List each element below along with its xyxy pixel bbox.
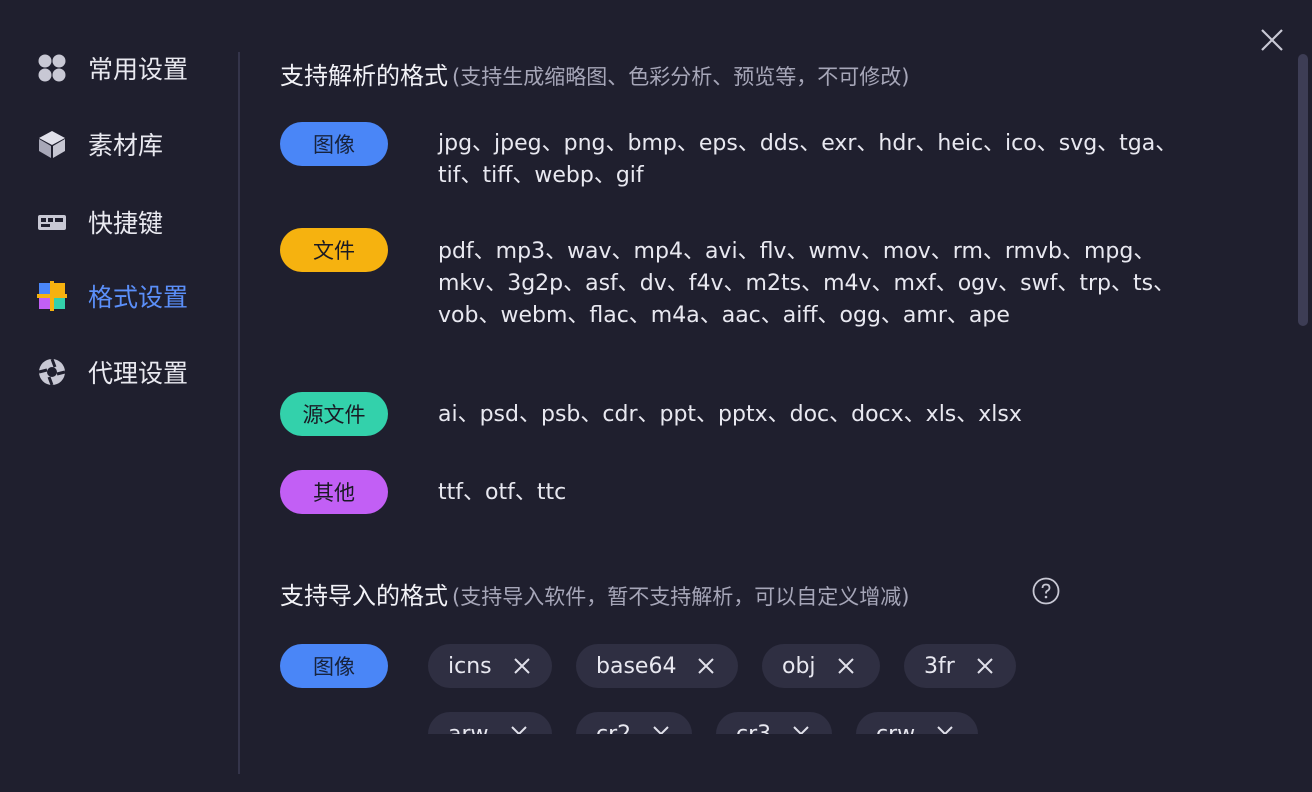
remove-icon[interactable] — [696, 656, 716, 676]
sidebar-item-general[interactable]: 常用设置 — [36, 48, 188, 88]
image-formats: jpg、jpeg、png、bmp、eps、dds、exr、hdr、heic、ic… — [438, 131, 1178, 188]
parse-title: 支持解析的格式 — [280, 62, 448, 90]
remove-icon[interactable] — [791, 724, 811, 734]
tag-import-image: 图像 — [280, 644, 388, 688]
sidebar-item-label: 常用设置 — [88, 55, 189, 84]
remove-icon[interactable] — [509, 724, 529, 734]
remove-icon[interactable] — [836, 656, 856, 676]
cube-icon — [36, 128, 68, 160]
sidebar-item-label: 代理设置 — [88, 359, 189, 388]
sidebar-item-library[interactable]: 素材库 — [36, 124, 163, 164]
chip-arw: arw — [428, 712, 552, 734]
close-icon — [1261, 29, 1283, 51]
chip-crw: crw — [856, 712, 978, 734]
close-button[interactable] — [1256, 24, 1288, 56]
question-circle-icon[interactable] — [1032, 577, 1060, 605]
import-chip-list: icns base64 obj 3fr arw cr2 cr3 crw — [420, 640, 1080, 734]
remove-icon[interactable] — [512, 656, 532, 676]
other-formats: ttf、otf、ttc — [438, 480, 567, 505]
parse-section-title: 支持解析的格式 (支持生成缩略图、色彩分析、预览等，不可修改) — [280, 56, 909, 91]
grid-format-icon — [36, 280, 68, 312]
remove-icon[interactable] — [975, 656, 995, 676]
sidebar-item-proxy[interactable]: 代理设置 — [36, 352, 188, 392]
chip-obj: obj — [762, 644, 880, 688]
chip-base64: base64 — [576, 644, 738, 688]
remove-icon[interactable] — [651, 724, 671, 734]
chip-3fr: 3fr — [904, 644, 1016, 688]
sidebar-item-label: 素材库 — [88, 131, 164, 160]
chip-cr2: cr2 — [576, 712, 692, 734]
sidebar-item-format[interactable]: 格式设置 — [36, 276, 188, 316]
tag-source-file: 源文件 — [280, 392, 388, 436]
import-section-title: 支持导入的格式 (支持导入软件，暂不支持解析，可以自定义增减) — [280, 576, 909, 611]
tag-image: 图像 — [280, 122, 388, 166]
keyboard-icon — [36, 206, 68, 238]
import-subtitle: (支持导入软件，暂不支持解析，可以自定义增减) — [452, 585, 910, 609]
sidebar-divider — [238, 52, 240, 774]
chip-cr3: cr3 — [716, 712, 832, 734]
remove-icon[interactable] — [935, 724, 955, 734]
aperture-icon — [36, 356, 68, 388]
sidebar-item-label: 格式设置 — [88, 283, 189, 312]
tag-file: 文件 — [280, 228, 388, 272]
sidebar: 常用设置 素材库 快捷键 格式设置 代理设置 — [0, 0, 238, 792]
parse-subtitle: (支持生成缩略图、色彩分析、预览等，不可修改) — [452, 65, 910, 89]
import-title: 支持导入的格式 — [280, 582, 448, 610]
file-formats: pdf、mp3、wav、mp4、avi、flv、wmv、mov、rm、rmvb、… — [438, 239, 1176, 328]
scrollbar[interactable] — [1298, 54, 1308, 326]
four-petal-icon — [36, 52, 68, 84]
sidebar-item-shortcuts[interactable]: 快捷键 — [36, 202, 163, 242]
chip-icns: icns — [428, 644, 552, 688]
sidebar-item-label: 快捷键 — [88, 209, 164, 238]
source-formats: ai、psd、psb、cdr、ppt、pptx、doc、docx、xls、xls… — [438, 402, 1022, 427]
tag-other: 其他 — [280, 470, 388, 514]
